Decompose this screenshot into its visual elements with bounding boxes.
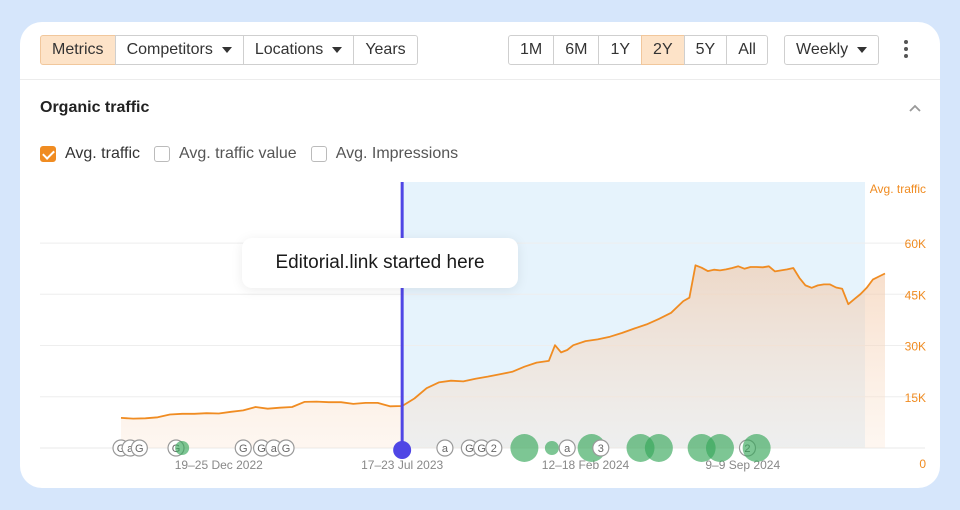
update-marker-label: 2	[491, 443, 497, 455]
range-6m-label: 6M	[565, 41, 588, 58]
range-6m[interactable]: 6M	[553, 35, 600, 65]
tab-competitors-label: Competitors	[126, 41, 213, 58]
tab-years[interactable]: Years	[353, 35, 418, 65]
caret-down-icon	[857, 47, 868, 53]
range-2y[interactable]: 2Y	[641, 35, 685, 65]
update-marker: 2	[485, 439, 503, 457]
tab-metrics[interactable]: Metrics	[40, 35, 116, 65]
section-title: Organic traffic	[40, 99, 150, 116]
y-tick-label: 60K	[905, 237, 926, 251]
granularity-dropdown[interactable]: Weekly	[784, 35, 880, 65]
y-axis-title: Avg. traffic	[870, 182, 926, 196]
y-tick-label: 30K	[905, 340, 926, 354]
update-marker: G	[277, 439, 295, 457]
traffic-chart: Avg. traffic 0 15K 30K 45K 60K 19–25 Dec 2022 1…	[40, 182, 926, 472]
update-bubble	[175, 441, 190, 455]
metric-avg-traffic[interactable]: Avg. traffic	[40, 145, 140, 163]
update-marker-label: G	[257, 443, 266, 455]
update-bubble	[544, 441, 559, 455]
y-tick-label: 15K	[905, 391, 926, 405]
update-marker: 3	[592, 439, 610, 457]
update-marker-label: G	[135, 443, 144, 455]
update-marker-label: 3	[598, 443, 604, 455]
range-5y[interactable]: 5Y	[683, 35, 728, 65]
toolbar: Metrics Competitors Locations Years 1M 6M 1Y 2…	[20, 22, 940, 80]
update-marker-label: a	[564, 443, 571, 455]
metric-checkbox[interactable]	[154, 146, 170, 162]
range-all-label: All	[738, 41, 756, 58]
x-tick-label: 19–25 Dec 2022	[175, 458, 263, 472]
update-marker: a	[558, 439, 576, 457]
update-bubble	[510, 434, 539, 462]
y-tick-label: 0	[919, 457, 926, 471]
update-marker: G	[130, 439, 148, 457]
update-bubble	[742, 434, 771, 462]
update-marker: a	[436, 439, 454, 457]
tab-metrics-label: Metrics	[52, 41, 104, 58]
metric-avg-traffic-value[interactable]: Avg. traffic value	[154, 145, 297, 163]
update-marker-label: a	[442, 443, 449, 455]
update-marker-label: a	[271, 443, 278, 455]
update-bubble	[705, 434, 734, 462]
update-marker-label: G	[239, 443, 248, 455]
tab-years-label: Years	[365, 41, 406, 58]
update-marker-label: G	[477, 443, 486, 455]
update-marker-label: G	[465, 443, 474, 455]
metric-label: Avg. Impressions	[335, 145, 459, 162]
range-5y-label: 5Y	[695, 41, 716, 58]
caret-down-icon	[332, 47, 343, 53]
time-range-group: 1M 6M 1Y 2Y 5Y All	[508, 35, 768, 65]
metric-checkbox-row: Avg. traffic Avg. traffic value Avg. Impre…	[40, 144, 472, 164]
y-tick-label: 45K	[905, 288, 926, 302]
tab-locations-label: Locations	[254, 41, 324, 58]
range-all[interactable]: All	[726, 35, 768, 65]
range-2y-label: 2Y	[653, 41, 673, 58]
metric-label: Avg. traffic	[65, 145, 140, 162]
update-marker-label: G	[282, 443, 291, 455]
editorial-link-callout: Editorial.link started here	[242, 238, 518, 288]
range-1m-label: 1M	[520, 41, 543, 58]
update-marker: G	[234, 439, 252, 457]
metric-tab-group: Metrics Competitors Locations Years	[40, 35, 418, 65]
metric-checkbox[interactable]	[310, 146, 327, 162]
metric-checkbox[interactable]	[40, 146, 56, 162]
start-marker-dot	[393, 441, 412, 459]
metric-label: Avg. traffic value	[179, 145, 297, 162]
chevron-up-icon[interactable]	[907, 100, 923, 116]
tab-competitors[interactable]: Competitors	[114, 35, 244, 65]
update-bubble	[644, 434, 673, 462]
metric-avg-impressions[interactable]: Avg. Impressions	[310, 145, 459, 163]
kebab-menu-icon[interactable]	[900, 40, 912, 62]
range-1m[interactable]: 1M	[508, 35, 555, 65]
granularity-label: Weekly	[796, 41, 849, 58]
range-1y[interactable]: 1Y	[598, 35, 643, 65]
x-tick-label: 17–23 Jul 2023	[361, 458, 443, 472]
tab-locations[interactable]: Locations	[242, 35, 355, 65]
caret-down-icon	[221, 47, 232, 53]
range-1y-label: 1Y	[610, 41, 631, 58]
organic-traffic-card: Metrics Competitors Locations Years 1M 6M 1Y 2…	[20, 22, 940, 488]
